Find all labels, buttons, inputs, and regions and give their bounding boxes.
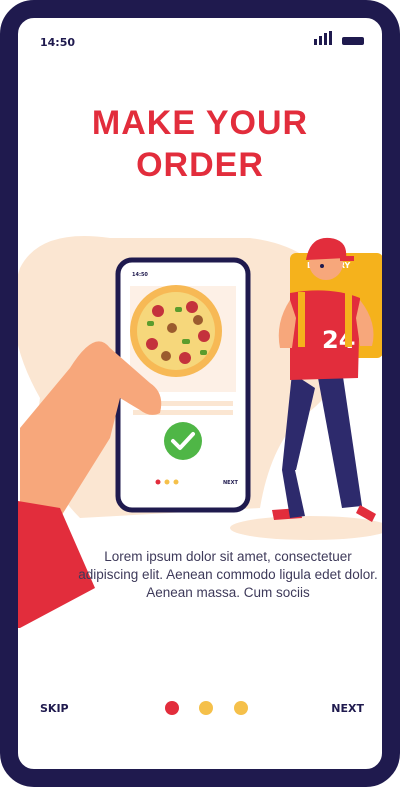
check-icon	[164, 422, 202, 460]
skip-button[interactable]: SKIP	[40, 702, 69, 715]
pagination-dot-2[interactable]	[199, 701, 214, 715]
status-time: 14:50	[40, 36, 76, 49]
pagination-dot-3[interactable]	[233, 701, 248, 715]
bottom-navigation: SKIP NEXT	[18, 698, 382, 728]
pizza-image	[130, 285, 222, 377]
phone-dot-3	[173, 479, 179, 485]
ground-shadow	[230, 516, 382, 540]
signal-bars-icon	[314, 31, 332, 45]
title-line-2: ORDER	[136, 146, 264, 184]
phone-dot-1	[155, 479, 161, 485]
phone-status-time: 14:50	[132, 272, 148, 278]
page-title: MAKE YOUR ORDER	[18, 102, 382, 186]
description-text: Lorem ipsum dolor sit amet, consectetuer…	[78, 549, 378, 600]
pagination-dots	[165, 701, 264, 715]
title-line-1: MAKE YOUR	[91, 104, 309, 142]
status-bar: 14:50	[18, 18, 382, 78]
phone-frame: 14:50 MAKE YOUR ORDER 14:50 NEXT 24 Lore…	[0, 0, 400, 787]
battery-icon	[342, 37, 364, 45]
phone-dot-2	[164, 479, 170, 485]
phone-next-label: NEXT	[223, 480, 238, 486]
next-button[interactable]: NEXT	[331, 702, 364, 715]
pagination-dot-1[interactable]	[165, 701, 179, 715]
